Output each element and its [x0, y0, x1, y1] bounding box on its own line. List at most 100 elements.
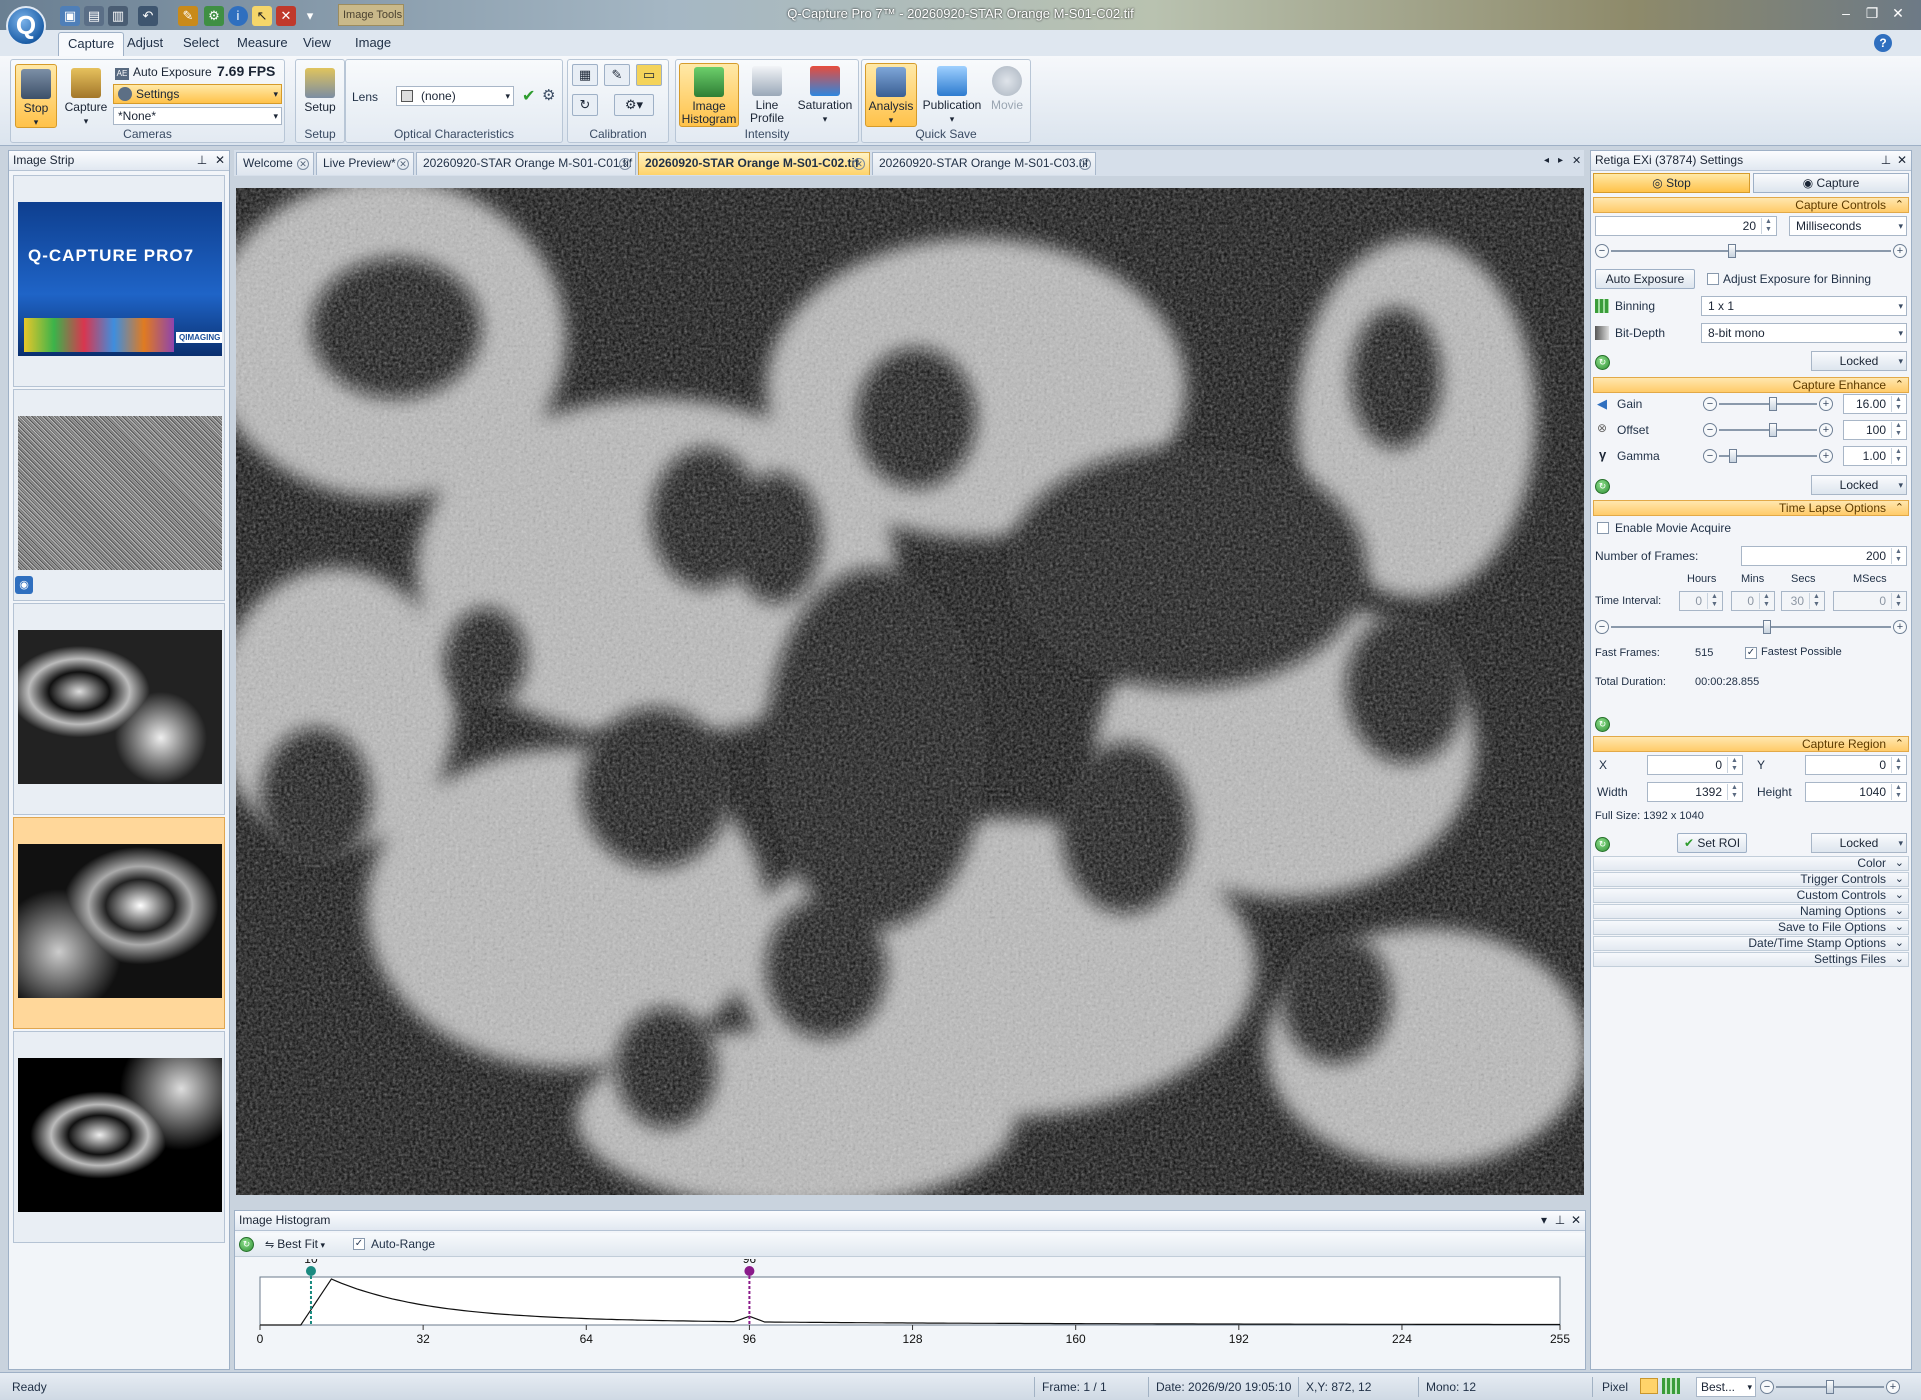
- gain-slider[interactable]: − +: [1703, 396, 1833, 412]
- minus-icon[interactable]: −: [1703, 423, 1717, 437]
- zoom-dropdown[interactable]: Best... ▾: [1696, 1377, 1756, 1397]
- width-input[interactable]: 1392 ▲ ▼: [1647, 782, 1743, 802]
- lens-dropdown[interactable]: (none) ▾: [396, 86, 514, 106]
- secs-input[interactable]: 30 ▲ ▼: [1781, 591, 1825, 611]
- doc-tab-live-preview[interactable]: Live Preview* ✕: [316, 152, 414, 175]
- save-to-file-options-section[interactable]: Save to File Options ⌄: [1593, 920, 1909, 935]
- minus-icon[interactable]: −: [1595, 244, 1609, 258]
- hours-input[interactable]: 0 ▲ ▼: [1679, 591, 1723, 611]
- stop-tab[interactable]: ◎ Stop: [1593, 173, 1750, 193]
- pin-icon[interactable]: ⊥: [195, 151, 209, 170]
- mins-input[interactable]: 0 ▲ ▼: [1731, 591, 1775, 611]
- offset-input[interactable]: 100 ▲ ▼: [1843, 420, 1907, 440]
- minus-icon[interactable]: −: [1703, 397, 1717, 411]
- naming-options-section[interactable]: Naming Options ⌄: [1593, 904, 1909, 919]
- status-unit[interactable]: Pixel: [1602, 1380, 1628, 1394]
- capture-tab[interactable]: ◉ Capture: [1753, 173, 1909, 193]
- date-time-stamp-options-section[interactable]: Date/Time Stamp Options ⌄: [1593, 936, 1909, 951]
- gamma-slider[interactable]: − +: [1703, 448, 1833, 464]
- saturation-button[interactable]: Saturation ▾: [794, 63, 856, 127]
- spinner-icon[interactable]: ▲ ▼: [1891, 422, 1905, 438]
- auto-range-checkbox[interactable]: ✓: [353, 1238, 365, 1250]
- zoom-slider[interactable]: − +: [1760, 1379, 1900, 1395]
- capture-enhance-lock-dropdown[interactable]: Locked ▾: [1811, 475, 1907, 495]
- line-profile-button[interactable]: Line Profile: [742, 63, 792, 127]
- spinner-icon[interactable]: ▲ ▼: [1891, 396, 1905, 412]
- tab-view[interactable]: View: [294, 32, 340, 56]
- minus-icon[interactable]: −: [1595, 620, 1609, 634]
- setup-button[interactable]: Setup: [299, 64, 341, 124]
- spinner-icon[interactable]: ▲ ▼: [1891, 784, 1905, 800]
- reset-icon[interactable]: ↻: [1595, 837, 1610, 852]
- close-icon[interactable]: ✕: [397, 158, 409, 170]
- plus-icon[interactable]: +: [1893, 244, 1907, 258]
- doc-tab-c01[interactable]: 20260920-STAR Orange M-S01-C01.tif ✕: [416, 152, 636, 175]
- maximize-button[interactable]: ❐: [1860, 4, 1884, 24]
- refresh-icon[interactable]: ↻: [239, 1237, 254, 1252]
- close-icon[interactable]: ✕: [619, 158, 631, 170]
- reset-calibration-icon[interactable]: ↻: [572, 94, 598, 116]
- chevron-down-icon[interactable]: ▾: [1537, 1211, 1551, 1230]
- spinner-icon[interactable]: ▲ ▼: [1707, 593, 1721, 609]
- tab-select[interactable]: Select: [174, 32, 228, 56]
- minimize-button[interactable]: –: [1834, 4, 1858, 24]
- stop-button[interactable]: Stop ▾: [15, 64, 57, 128]
- preset-dropdown[interactable]: *None* ▾: [113, 107, 282, 125]
- pin-icon[interactable]: ⊥: [1879, 151, 1893, 170]
- height-input[interactable]: 1040 ▲ ▼: [1805, 782, 1907, 802]
- thumbnail-live-preview[interactable]: ◉: [13, 389, 225, 601]
- custom-controls-section[interactable]: Custom Controls ⌄: [1593, 888, 1909, 903]
- minus-icon[interactable]: −: [1760, 1380, 1774, 1394]
- slider-knob[interactable]: [1763, 620, 1771, 634]
- tab-measure[interactable]: Measure: [228, 32, 297, 56]
- spinner-icon[interactable]: ▲ ▼: [1761, 218, 1775, 234]
- gamma-input[interactable]: 1.00 ▲ ▼: [1843, 446, 1907, 466]
- frames-input[interactable]: 200 ▲ ▼: [1741, 546, 1907, 566]
- thumbnail-welcome[interactable]: Q-CAPTURE PRO7 QIMAGING: [13, 175, 225, 387]
- close-icon[interactable]: ✕: [213, 151, 227, 170]
- camera-calibration-icon[interactable]: ⚙▾: [614, 94, 654, 116]
- gain-input[interactable]: 16.00 ▲ ▼: [1843, 394, 1907, 414]
- spinner-icon[interactable]: ▲ ▼: [1727, 757, 1741, 773]
- plus-icon[interactable]: +: [1893, 620, 1907, 634]
- image-viewer[interactable]: [236, 188, 1584, 1195]
- close-icon[interactable]: ✕: [1569, 1211, 1583, 1230]
- close-button[interactable]: ✕: [1886, 4, 1910, 24]
- help-icon[interactable]: ?: [1874, 34, 1892, 52]
- scroll-left-icon[interactable]: ◂: [1544, 155, 1549, 166]
- scroll-right-icon[interactable]: ▸: [1558, 155, 1563, 166]
- measure-icon[interactable]: ✎: [604, 64, 630, 86]
- capture-region-header[interactable]: Capture Region ⌃: [1593, 736, 1909, 752]
- spinner-icon[interactable]: ▲ ▼: [1891, 593, 1905, 609]
- movie-button[interactable]: Movie: [986, 63, 1028, 127]
- close-icon[interactable]: ✕: [297, 158, 309, 170]
- thumbnail-c03[interactable]: [13, 1031, 225, 1243]
- plus-icon[interactable]: +: [1819, 449, 1833, 463]
- lens-settings-icon[interactable]: ⚙: [542, 86, 555, 104]
- pin-icon[interactable]: ⊥: [1553, 1211, 1567, 1230]
- time-lapse-header[interactable]: Time Lapse Options ⌃: [1593, 500, 1909, 516]
- apply-lens-icon[interactable]: ✔: [522, 86, 535, 106]
- image-view-icon[interactable]: [1640, 1378, 1658, 1394]
- tab-image[interactable]: Image: [346, 32, 400, 56]
- spinner-icon[interactable]: ▲ ▼: [1759, 593, 1773, 609]
- enable-movie-checkbox[interactable]: [1597, 522, 1609, 534]
- msecs-input[interactable]: 0 ▲ ▼: [1833, 591, 1907, 611]
- bit-depth-dropdown[interactable]: 8-bit mono ▾: [1701, 323, 1907, 343]
- slider-knob[interactable]: [1769, 423, 1777, 437]
- exposure-unit-dropdown[interactable]: Milliseconds ▾: [1789, 216, 1907, 236]
- best-fit-dropdown[interactable]: ⇋ Best Fit ▾: [265, 1236, 325, 1253]
- reset-icon[interactable]: ↻: [1595, 355, 1610, 370]
- doc-tab-welcome[interactable]: Welcome ✕: [236, 152, 314, 175]
- spinner-icon[interactable]: ▲ ▼: [1727, 784, 1741, 800]
- capture-region-lock-dropdown[interactable]: Locked ▾: [1811, 833, 1907, 853]
- app-logo[interactable]: Q: [6, 6, 46, 46]
- thumbnail-c01[interactable]: [13, 603, 225, 815]
- binning-dropdown[interactable]: 1 x 1 ▾: [1701, 296, 1907, 316]
- offset-slider[interactable]: − +: [1703, 422, 1833, 438]
- plus-icon[interactable]: +: [1819, 397, 1833, 411]
- minus-icon[interactable]: −: [1703, 449, 1717, 463]
- plus-icon[interactable]: +: [1886, 1380, 1900, 1394]
- close-icon[interactable]: ✕: [1895, 151, 1909, 170]
- auto-exposure-button[interactable]: Auto Exposure: [1595, 269, 1695, 289]
